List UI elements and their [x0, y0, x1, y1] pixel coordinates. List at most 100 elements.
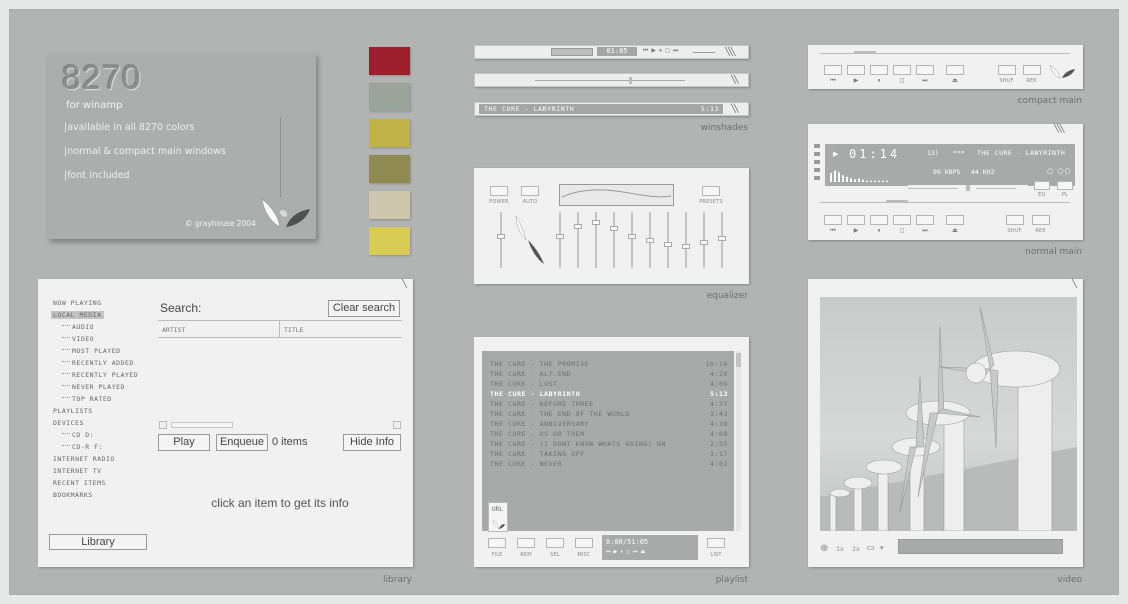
winshade-close-icon[interactable]: ╲╲: [731, 75, 739, 84]
eq-presets-button[interactable]: [702, 186, 720, 196]
compact-repeat-button[interactable]: [1023, 65, 1041, 75]
play-button[interactable]: Play: [158, 434, 210, 451]
library-nav-item[interactable]: CD D:: [72, 431, 94, 439]
compact-previous-button[interactable]: [824, 65, 842, 75]
library-nav-item[interactable]: TOP RATED: [72, 395, 112, 403]
winshade-seek-thumb[interactable]: [629, 77, 632, 84]
library-nav-item[interactable]: NEVER PLAYED: [72, 383, 125, 391]
normal-pl-button[interactable]: [1057, 181, 1073, 190]
library-nav-item[interactable]: INTERNET TV: [53, 467, 102, 475]
playlist-mini-transport[interactable]: ⏮▶⏸◻⏭⏏: [606, 549, 648, 555]
playlist-list-button[interactable]: [707, 538, 725, 548]
enqueue-button[interactable]: Enqueue: [216, 434, 268, 451]
playlist-rem-button[interactable]: [517, 538, 535, 548]
normal-play-button[interactable]: [847, 215, 865, 225]
video-chevron-down-icon[interactable]: ▾: [880, 544, 884, 552]
library-nav-item[interactable]: INTERNET RADIO: [53, 455, 115, 463]
eq-band-slider[interactable]: [574, 212, 582, 268]
library-nav-item[interactable]: AUDIO: [72, 323, 94, 331]
normal-close-icon[interactable]: ╲╲╲: [1054, 124, 1065, 133]
winshade-seek[interactable]: [693, 52, 715, 53]
normal-pause-button[interactable]: [870, 215, 888, 225]
compact-stop-button[interactable]: [893, 65, 911, 75]
library-nav-item[interactable]: VIDEO: [72, 335, 94, 343]
library-nav-item[interactable]: RECENTLY ADDED: [72, 359, 134, 367]
playlist-row[interactable]: THE CURE - ANNIVERSARY 4:19: [490, 420, 728, 428]
winshade-close-icon[interactable]: ╲╲╲: [725, 47, 736, 56]
library-close-icon[interactable]: ╲: [402, 279, 407, 288]
library-nav-item[interactable]: PLAYLISTS: [53, 407, 93, 415]
eq-band-slider[interactable]: [664, 212, 672, 268]
video-zoom-2x[interactable]: 2x: [852, 545, 860, 553]
eq-band-slider[interactable]: [682, 212, 690, 268]
library-nav-item[interactable]: RECENTLY PLAYED: [72, 371, 138, 379]
library-nav-item[interactable]: NOW PLAYING: [53, 299, 102, 307]
playlist-row[interactable]: THE CURE - THE PROMISE 10:16: [490, 360, 728, 368]
compact-play-button[interactable]: [847, 65, 865, 75]
normal-next-button[interactable]: [916, 215, 934, 225]
library-nav-item[interactable]: BOOKMARKS: [53, 491, 93, 499]
compact-next-button[interactable]: [916, 65, 934, 75]
col-title[interactable]: TITLE: [284, 326, 304, 334]
playlist-row[interactable]: THE CURE - TAKING OFF 3:17: [490, 450, 728, 458]
eq-band-slider[interactable]: [610, 212, 618, 268]
video-tv-icon[interactable]: ▭: [866, 543, 875, 553]
video-zoom-1x[interactable]: 1x: [836, 545, 844, 553]
library-button[interactable]: Library: [49, 534, 147, 550]
library-nav-item[interactable]: RECENT ITEMS: [53, 479, 106, 487]
playlist-row[interactable]: THE CURE - LOST 4:06: [490, 380, 728, 388]
playlist-scrollbar[interactable]: [736, 351, 741, 531]
winshade-close-icon[interactable]: ╲╲: [731, 104, 739, 113]
playlist-row[interactable]: THE CURE - THE END OF THE WORLD 3:43: [490, 410, 728, 418]
library-nav-item[interactable]: LOCAL MEDIA: [51, 311, 104, 319]
color-swatch[interactable]: [369, 155, 410, 183]
normal-side-buttons[interactable]: [814, 144, 820, 184]
compact-shuffle-button[interactable]: [998, 65, 1016, 75]
normal-eject-button[interactable]: [946, 215, 964, 225]
col-artist[interactable]: ARTIST: [162, 326, 185, 334]
eq-auto-button[interactable]: [521, 186, 539, 196]
color-swatch[interactable]: [369, 227, 410, 255]
playlist-row[interactable]: THE CURE - NEVER 4:02: [490, 460, 728, 468]
playlist-row[interactable]: THE CURE - LABYRINTH 5:13: [490, 390, 728, 398]
normal-stop-button[interactable]: [893, 215, 911, 225]
normal-seek-track[interactable]: [820, 202, 1070, 203]
eq-band-slider[interactable]: [592, 212, 600, 268]
eq-power-button[interactable]: [490, 186, 508, 196]
playlist-row[interactable]: THE CURE - US OR THEM 4:08: [490, 430, 728, 438]
normal-repeat-button[interactable]: [1032, 215, 1050, 225]
compact-pause-button[interactable]: [870, 65, 888, 75]
eq-band-slider[interactable]: [700, 212, 708, 268]
normal-previous-button[interactable]: [824, 215, 842, 225]
normal-shuffle-button[interactable]: [1006, 215, 1024, 225]
playlist-row[interactable]: THE CURE - ALT.END 4:29: [490, 370, 728, 378]
playlist-row[interactable]: THE CURE - (I DONT KNOW WHATS GOING) ON 2…: [490, 440, 728, 448]
clear-search-button[interactable]: Clear search: [328, 300, 400, 317]
hide-info-button[interactable]: Hide Info: [343, 434, 401, 451]
winshade-vol-track[interactable]: [640, 80, 680, 81]
color-swatch[interactable]: [369, 191, 410, 219]
eq-band-slider[interactable]: [646, 212, 654, 268]
eq-band-slider[interactable]: [556, 212, 564, 268]
color-swatch[interactable]: [369, 83, 410, 111]
normal-eq-button[interactable]: [1034, 181, 1050, 190]
eq-band-slider[interactable]: [718, 212, 726, 268]
library-nav-item[interactable]: MOST PLAYED: [72, 347, 121, 355]
playlist-row[interactable]: THE CURE - BEFORE THREE 4:37: [490, 400, 728, 408]
library-nav-item[interactable]: DEVICES: [53, 419, 84, 427]
color-swatch[interactable]: [369, 47, 410, 75]
normal-seek-thumb[interactable]: [886, 200, 908, 203]
playlist-file-button[interactable]: [488, 538, 506, 548]
library-hscroll[interactable]: [159, 421, 401, 429]
library-nav-item[interactable]: CD-R F:: [72, 443, 103, 451]
video-crosshair-icon[interactable]: ⊕: [820, 543, 828, 554]
compact-seek-thumb[interactable]: [854, 51, 876, 54]
playlist-sel-button[interactable]: [546, 538, 564, 548]
winshade-transport[interactable]: ⏮▶⏸◻⏭: [643, 47, 681, 55]
url-tab[interactable]: URL: [488, 502, 508, 532]
playlist-misc-button[interactable]: [575, 538, 593, 548]
compact-eject-button[interactable]: [946, 65, 964, 75]
normal-vol-balance[interactable]: [908, 185, 1028, 191]
eq-band-slider[interactable]: [628, 212, 636, 268]
color-swatch[interactable]: [369, 119, 410, 147]
